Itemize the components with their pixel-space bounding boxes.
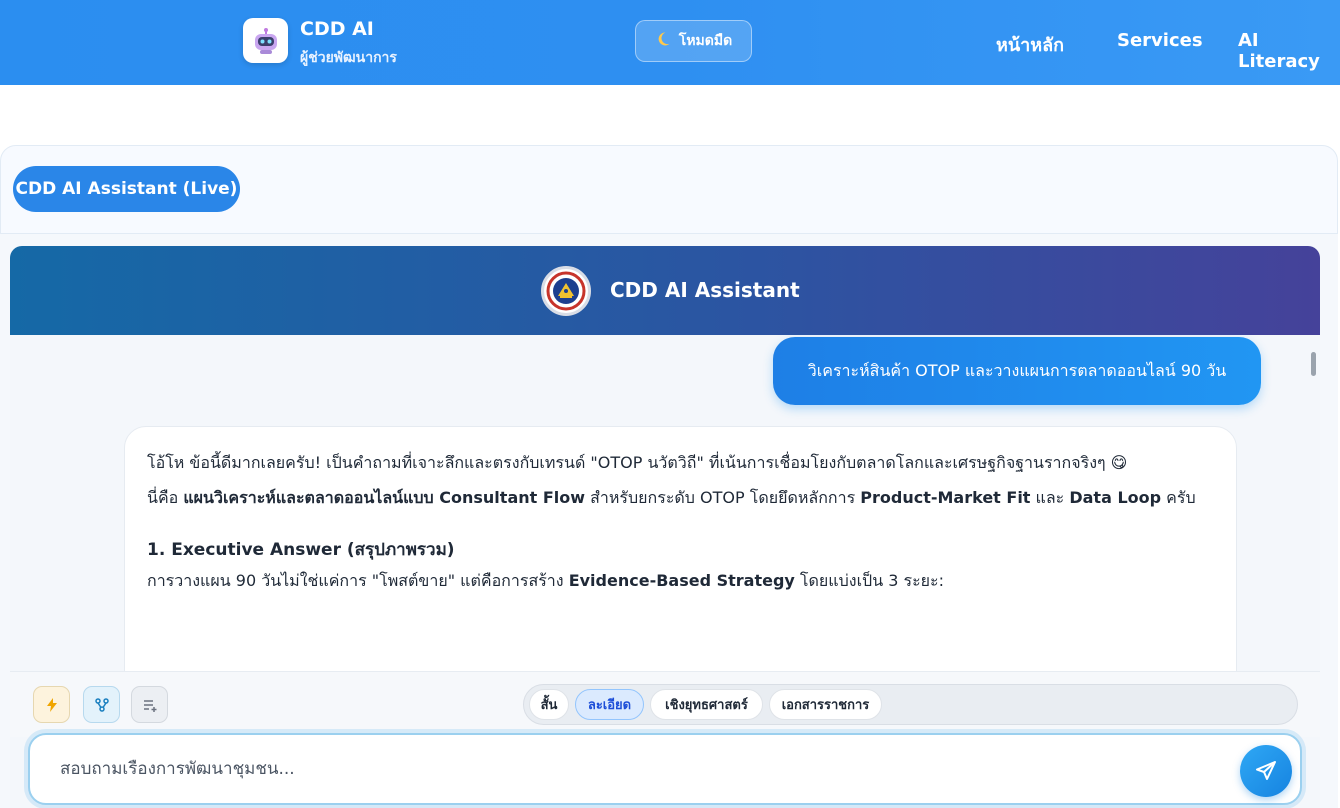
text-run: นี่คือ [147, 487, 184, 507]
bold-text: Product-Market Fit [860, 487, 1031, 507]
bolt-icon [46, 697, 57, 712]
ai-paragraph: โอ้โห ข้อนี้ดีมากเลยครับ! เป็นคำถามที่เจ… [147, 453, 1128, 472]
user-message-bubble: วิเคราะห์สินค้า OTOP และวางแผนการตลาดออน… [773, 337, 1261, 405]
mode-chip-official-doc[interactable]: เอกสารราชการ [769, 689, 882, 720]
text-run: การวางแผน 90 วันไม่ใช่แค่การ "โพสต์ขาย" … [147, 570, 569, 590]
bold-text: Data Loop [1069, 487, 1162, 507]
message-input-box [28, 733, 1302, 805]
brand-title: CDD AI [300, 18, 374, 40]
chat-toolbar: สั้น ละเอียด เชิงยุทธศาสตร์ เอกสารราชการ [10, 671, 1320, 737]
chat-header: CDD AI Assistant [10, 246, 1320, 335]
send-button[interactable] [1240, 745, 1292, 797]
live-assistant-pill[interactable]: CDD AI Assistant (Live) [13, 166, 240, 212]
ai-paragraph: การวางแผน 90 วันไม่ใช่แค่การ "โพสต์ขาย" … [147, 569, 1214, 594]
mode-chip-short[interactable]: สั้น [529, 689, 569, 720]
message-input[interactable] [60, 759, 1210, 779]
robot-icon [254, 27, 277, 54]
nav-link-ai-literacy[interactable]: AI Literacy [1238, 30, 1340, 72]
dark-mode-toggle[interactable]: โหมดมืด [635, 20, 752, 62]
ai-paragraph: นี่คือ แผนวิเคราะห์และตลาดออนไลน์แบบ Con… [147, 486, 1214, 511]
list-add-icon [143, 699, 156, 712]
text-run: สำหรับยกระดับ OTOP โดยยึดหลักการ [585, 487, 861, 507]
bold-text: แผนวิเคราะห์และตลาดออนไลน์แบบ Consultant… [183, 487, 586, 507]
top-navbar: CDD AI ผู้ช่วยพัฒนาการ โหมดมืด หน้าหลัก … [0, 0, 1340, 85]
dark-mode-label: โหมดมืด [678, 33, 733, 49]
text-run: ครับ [1161, 487, 1196, 507]
chat-scrollbar[interactable] [1311, 352, 1316, 376]
nav-link-services[interactable]: Services [1117, 30, 1203, 51]
workflow-button[interactable] [83, 686, 120, 723]
branch-icon [94, 697, 109, 712]
assistant-name: CDD AI Assistant [610, 278, 800, 302]
send-icon [1256, 761, 1276, 780]
add-list-button[interactable] [131, 686, 168, 723]
moon-icon [655, 31, 671, 51]
mode-chip-strategic[interactable]: เชิงยุทธศาสตร์ [650, 689, 763, 720]
nav-link-home[interactable]: หน้าหลัก [996, 30, 1064, 59]
ai-heading: 1. Executive Answer (สรุปภาพรวม) [147, 539, 455, 560]
bold-text: Evidence-Based Strategy [568, 570, 795, 590]
quick-reply-button[interactable] [33, 686, 70, 723]
cdd-seal-icon [546, 271, 586, 311]
brand-subtitle: ผู้ช่วยพัฒนาการ [300, 50, 397, 66]
assistant-avatar [541, 266, 591, 316]
text-run: และ [1030, 487, 1070, 507]
response-mode-selector: สั้น ละเอียด เชิงยุทธศาสตร์ เอกสารราชการ [523, 684, 1298, 725]
mode-chip-detailed[interactable]: ละเอียด [575, 689, 644, 720]
text-run: โดยแบ่งเป็น 3 ระยะ: [794, 570, 945, 590]
brand-logo[interactable] [243, 18, 288, 63]
